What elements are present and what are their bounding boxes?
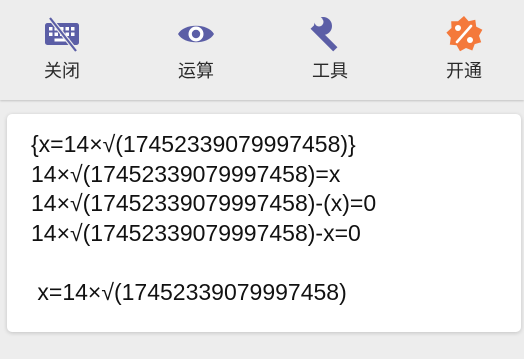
result-line: x=14×√(17452339079997458) bbox=[31, 278, 347, 305]
wrench-icon bbox=[310, 14, 338, 52]
result-line: 14×√(17452339079997458)-x=0 bbox=[31, 219, 361, 246]
result-line bbox=[31, 248, 511, 278]
result-card: {x=14×√(17452339079997458)} 14×√(1745233… bbox=[7, 114, 521, 332]
result-line: 14×√(17452339079997458)-(x)=0 bbox=[31, 190, 377, 216]
keyboard-off-icon bbox=[45, 16, 79, 53]
close-keyboard-button[interactable]: 关闭 bbox=[2, 0, 122, 100]
toolbar: 关闭 运算 工具 开通 bbox=[0, 0, 524, 100]
result-line: 14×√(17452339079997458)=x bbox=[31, 160, 341, 187]
result-line: {x=14×√(17452339079997458)} bbox=[31, 131, 356, 157]
eye-icon bbox=[178, 25, 214, 43]
activate-button[interactable]: 开通 bbox=[404, 0, 524, 100]
activate-label: 开通 bbox=[446, 61, 482, 82]
percent-badge-icon bbox=[446, 16, 483, 52]
tools-button[interactable]: 工具 bbox=[270, 0, 390, 100]
result-lines: {x=14×√(17452339079997458)} 14×√(1745233… bbox=[31, 130, 511, 307]
tools-label: 工具 bbox=[312, 61, 348, 82]
calculate-button[interactable]: 运算 bbox=[136, 0, 256, 100]
calculate-label: 运算 bbox=[178, 61, 214, 82]
close-label: 关闭 bbox=[44, 61, 80, 82]
